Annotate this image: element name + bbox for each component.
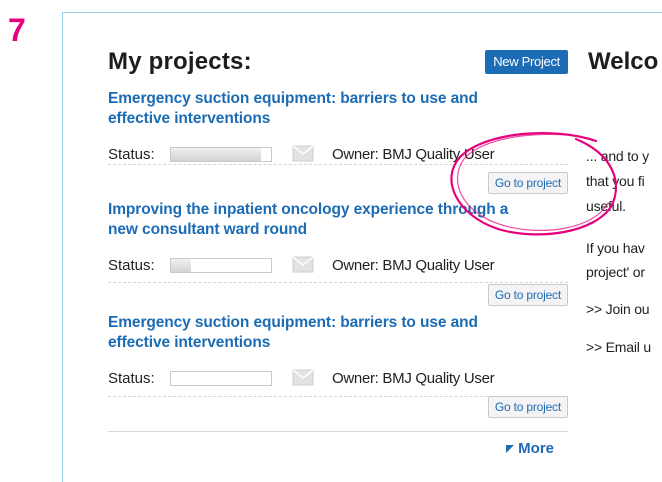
status-progress-bar [170, 147, 272, 162]
new-project-button[interactable]: New Project [485, 50, 568, 74]
dashed-divider [108, 164, 568, 165]
welcome-text-line: If you hav [586, 240, 645, 256]
welcome-panel: Welco ... and to y that you fi useful. I… [586, 0, 662, 467]
mail-icon[interactable] [292, 145, 314, 162]
owner-text: Owner: BMJ Quality User [332, 146, 495, 163]
project-title-link[interactable]: Improving the inpatient oncology experie… [108, 200, 528, 240]
project-item: Emergency suction equipment: barriers to… [108, 89, 568, 163]
status-progress-fill [171, 259, 191, 272]
status-label: Status: [108, 370, 155, 387]
more-link[interactable]: More [506, 440, 554, 457]
project-item: Improving the inpatient oncology experie… [108, 200, 568, 274]
welcome-email-link[interactable]: >> Email u [586, 339, 651, 355]
owner-text: Owner: BMJ Quality User [332, 370, 495, 387]
project-item: Emergency suction equipment: barriers to… [108, 313, 568, 387]
go-to-project-button[interactable]: Go to project [487, 172, 568, 194]
dashed-divider [108, 282, 568, 283]
project-title-link[interactable]: Emergency suction equipment: barriers to… [108, 89, 528, 129]
step-number: 7 [8, 12, 26, 48]
welcome-text-line: project' or [586, 264, 645, 280]
arrow-icon [506, 444, 515, 453]
project-title-link[interactable]: Emergency suction equipment: barriers to… [108, 313, 528, 353]
go-to-project-button[interactable]: Go to project [487, 284, 568, 306]
welcome-text-line: ... and to y [586, 148, 649, 164]
go-to-project-button[interactable]: Go to project [487, 396, 568, 418]
status-progress-fill [171, 148, 261, 161]
panel-footer-divider [108, 431, 568, 432]
welcome-title: Welco [588, 48, 659, 75]
welcome-join-link[interactable]: >> Join ou [586, 301, 650, 317]
my-projects-panel: My projects: New Project Emergency sucti… [108, 0, 568, 467]
status-label: Status: [108, 257, 155, 274]
panel-title: My projects: [108, 48, 252, 75]
status-progress-bar [170, 371, 272, 386]
welcome-text-line: that you fi [586, 173, 645, 189]
mail-icon[interactable] [292, 369, 314, 386]
welcome-text-line: useful. [586, 198, 626, 214]
status-row: Status: Owner: BMJ Quality User [108, 255, 568, 277]
panel-header: My projects: New Project [108, 46, 568, 76]
status-label: Status: [108, 146, 155, 163]
status-row: Status: Owner: BMJ Quality User [108, 368, 568, 390]
status-progress-bar [170, 258, 272, 273]
mail-icon[interactable] [292, 256, 314, 273]
more-label: More [518, 440, 554, 457]
owner-text: Owner: BMJ Quality User [332, 257, 495, 274]
status-row: Status: Owner: BMJ Quality User [108, 144, 568, 166]
